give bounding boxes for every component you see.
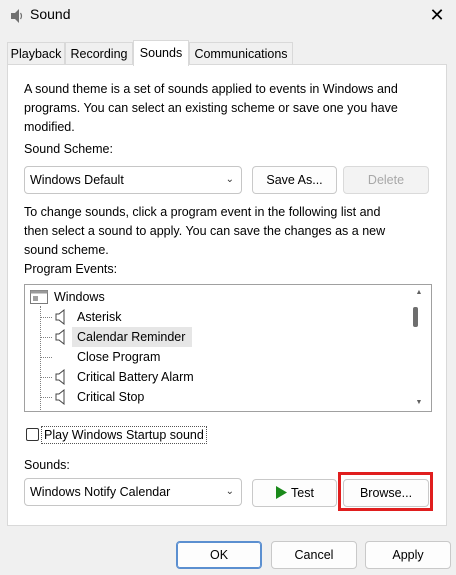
change-text-line-2: then select a sound to apply. You can sa…: [24, 224, 386, 238]
apply-button[interactable]: Apply: [365, 541, 451, 569]
list-item-selected[interactable]: Calendar Reminder: [77, 327, 185, 347]
browse-highlight-box: [338, 472, 433, 511]
tree-branch: [40, 337, 52, 338]
tree-branch: [40, 317, 52, 318]
tab-communications[interactable]: Communications: [189, 42, 293, 64]
close-icon[interactable]: ✕: [428, 6, 446, 24]
tab-playback[interactable]: Playback: [7, 42, 65, 64]
cancel-button[interactable]: Cancel: [271, 541, 357, 569]
chevron-down-icon: ⌄: [225, 174, 234, 185]
program-events-label: Program Events:: [24, 262, 118, 276]
sound-scheme-label: Sound Scheme:: [24, 142, 113, 156]
test-button[interactable]: Test: [252, 479, 337, 507]
startup-sound-label[interactable]: Play Windows Startup sound: [41, 426, 207, 444]
scrollbar-thumb[interactable]: [413, 307, 418, 327]
intro-text-line-2: programs. You can select an existing sch…: [24, 101, 398, 115]
save-as-button[interactable]: Save As...: [252, 166, 337, 194]
tree-branch: [40, 357, 52, 358]
tab-recording[interactable]: Recording: [65, 42, 133, 64]
window-title: Sound: [30, 6, 71, 22]
intro-text-line-3: modified.: [24, 120, 75, 134]
sound-scheme-value: Windows Default: [30, 173, 124, 187]
startup-sound-checkbox[interactable]: [26, 428, 39, 441]
scroll-up-icon[interactable]: ▲: [409, 288, 429, 298]
sounds-select[interactable]: Windows Notify Calendar ⌄: [24, 478, 242, 506]
scroll-down-icon[interactable]: ▼: [409, 398, 429, 408]
speaker-icon: [55, 329, 65, 345]
speaker-icon: [55, 369, 65, 385]
list-item[interactable]: Critical Battery Alarm: [77, 367, 194, 387]
windows-folder-icon: [30, 290, 48, 304]
sounds-value: Windows Notify Calendar: [30, 485, 171, 499]
speaker-icon: [11, 9, 23, 23]
list-item[interactable]: Close Program: [77, 347, 160, 367]
tree-branch: [40, 377, 52, 378]
list-item[interactable]: Asterisk: [77, 307, 121, 327]
list-item[interactable]: Critical Stop: [77, 387, 144, 407]
chevron-down-icon: ⌄: [225, 486, 234, 497]
speaker-icon: [55, 389, 65, 405]
tab-sounds[interactable]: Sounds: [133, 40, 189, 66]
sound-scheme-select[interactable]: Windows Default ⌄: [24, 166, 242, 194]
test-label: Test: [291, 486, 314, 500]
change-text-line-1: To change sounds, click a program event …: [24, 205, 381, 219]
tree-line: [40, 306, 41, 410]
tree-branch: [40, 397, 52, 398]
speaker-icon: [55, 309, 65, 325]
ok-button[interactable]: OK: [176, 541, 262, 569]
delete-button[interactable]: Delete: [343, 166, 429, 194]
sounds-label: Sounds:: [24, 458, 70, 472]
list-item-root[interactable]: Windows: [54, 287, 105, 307]
intro-text-line-1: A sound theme is a set of sounds applied…: [24, 82, 398, 96]
change-text-line-3: sound scheme.: [24, 243, 109, 257]
play-icon: [276, 486, 288, 499]
events-scrollbar[interactable]: [409, 286, 429, 410]
